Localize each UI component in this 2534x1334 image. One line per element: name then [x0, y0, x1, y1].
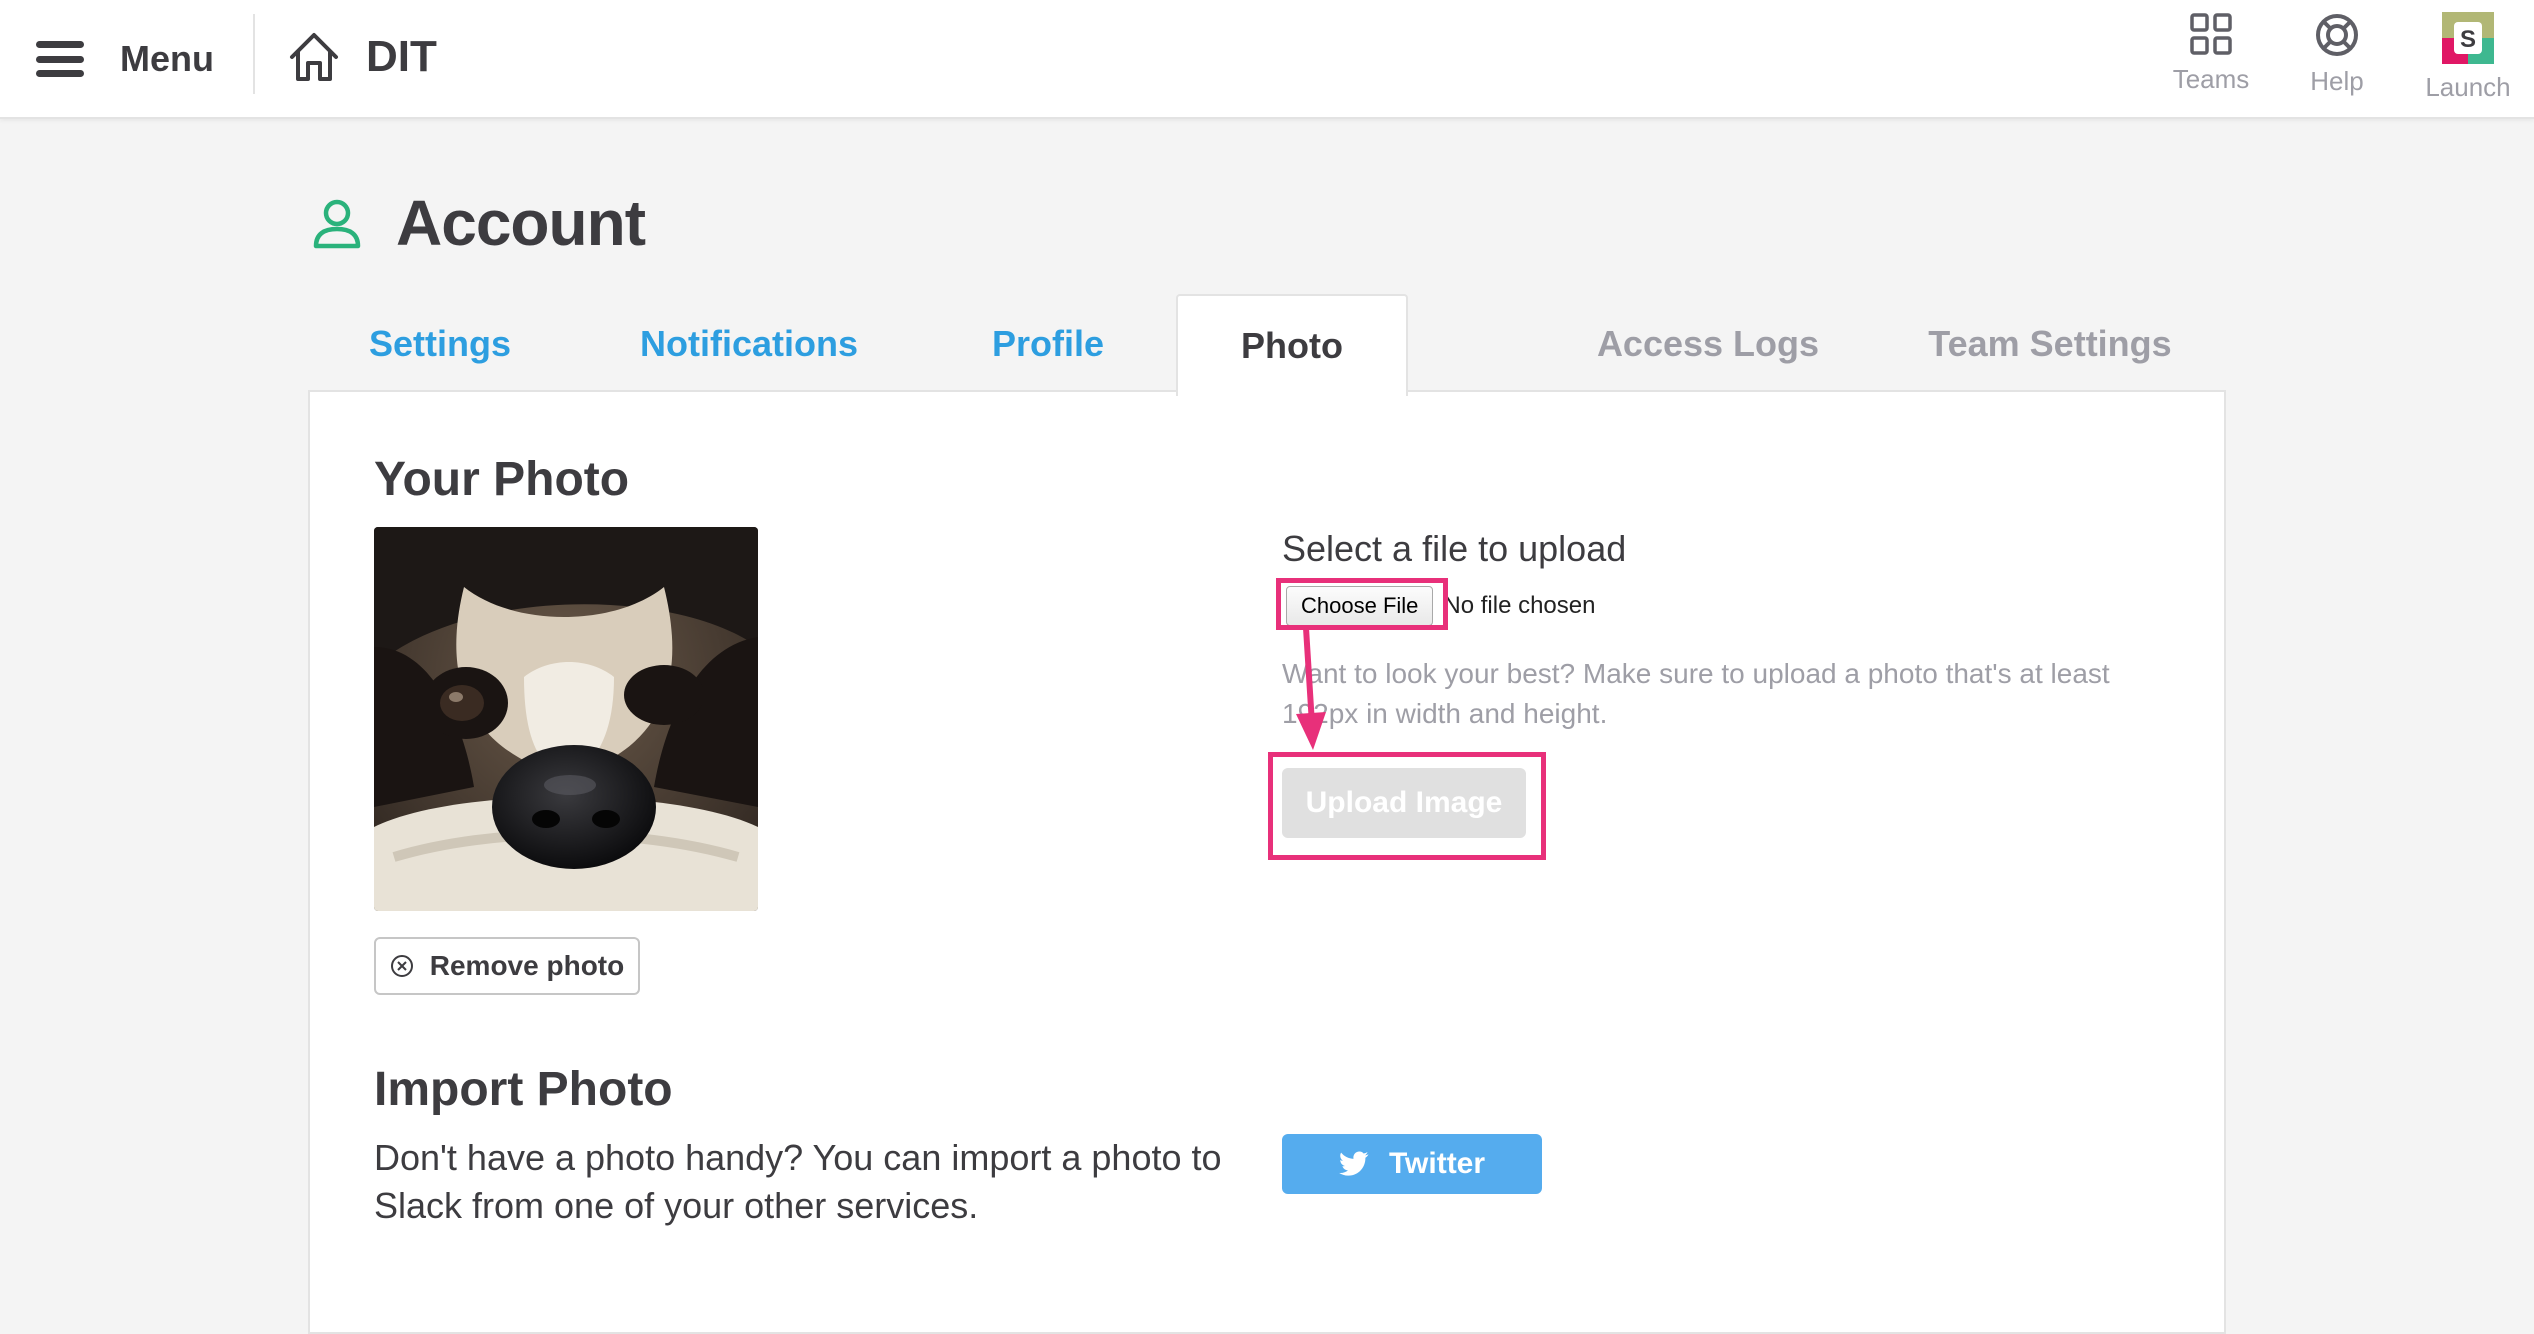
- remove-circle-icon: [390, 955, 413, 977]
- remove-photo-label: Remove photo: [429, 950, 625, 981]
- upload-hint: Want to look your best? Make sure to upl…: [1282, 658, 2110, 729]
- no-file-text: No file chosen: [1443, 592, 1596, 619]
- svg-text:S: S: [2460, 26, 2476, 53]
- slack-app-icon: S: [2442, 12, 2494, 64]
- upload-image-button[interactable]: Upload Image: [1282, 768, 1526, 838]
- import-photo-heading: Import Photo: [374, 1063, 673, 1116]
- import-description: Don't have a photo handy? You can import…: [374, 1137, 1222, 1226]
- user-icon: [313, 199, 361, 249]
- file-input[interactable]: Choose File No file chosen: [1282, 584, 1595, 628]
- teams-nav-label: Teams: [2172, 64, 2250, 94]
- tab-team-settings[interactable]: Team Settings: [1922, 296, 2178, 392]
- page-heading: Account: [396, 187, 646, 259]
- header-divider: [253, 14, 255, 94]
- choose-file-button[interactable]: Choose File: [1286, 586, 1434, 626]
- launch-nav-button[interactable]: S Launch: [2408, 12, 2528, 103]
- tab-access-logs[interactable]: Access Logs: [1588, 296, 1828, 392]
- home-link[interactable]: DIT: [286, 26, 437, 88]
- hamburger-icon: [36, 41, 84, 77]
- twitter-label: Twitter: [1388, 1147, 1486, 1180]
- launch-nav-label: Launch: [2425, 72, 2511, 102]
- arrow-down-icon: [1296, 628, 1326, 750]
- top-header: Menu DIT Teams Help S Launch: [0, 0, 2534, 119]
- help-nav-label: Help: [2310, 66, 2364, 96]
- lifebuoy-icon: [2316, 14, 2358, 56]
- your-photo-heading: Your Photo: [374, 453, 630, 506]
- team-name: DIT: [366, 32, 437, 81]
- tab-profile[interactable]: Profile: [980, 296, 1116, 392]
- tab-notifications[interactable]: Notifications: [628, 296, 870, 392]
- twitter-bird-icon: [1338, 1151, 1369, 1176]
- menu-button[interactable]: Menu: [36, 36, 214, 82]
- grid-icon: [2190, 13, 2232, 55]
- teams-nav-button[interactable]: Teams: [2151, 12, 2271, 95]
- home-icon: [290, 33, 338, 81]
- upload-label: Select a file to upload: [1282, 528, 1627, 569]
- twitter-import-button[interactable]: Twitter: [1282, 1134, 1542, 1194]
- remove-photo-button[interactable]: Remove photo: [374, 937, 640, 995]
- page-title: Account: [310, 186, 646, 260]
- tab-settings[interactable]: Settings: [352, 296, 528, 392]
- tab-photo[interactable]: Photo: [1176, 294, 1408, 396]
- menu-label: Menu: [120, 38, 214, 79]
- profile-photo: [374, 527, 758, 911]
- help-nav-button[interactable]: Help: [2277, 12, 2397, 97]
